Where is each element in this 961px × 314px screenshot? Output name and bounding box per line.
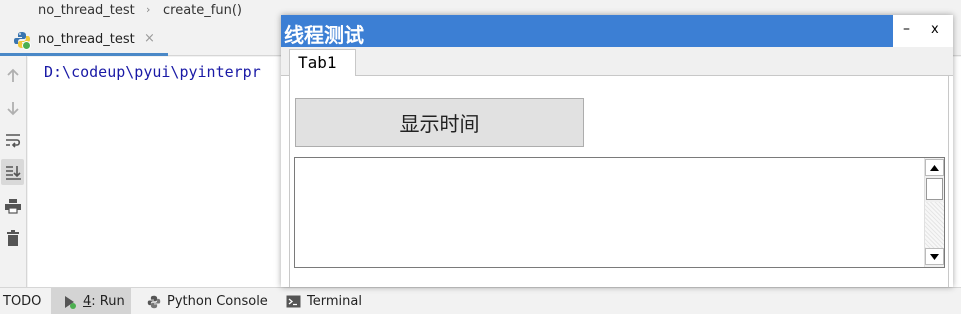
tk-app-window: 线程测试 – x Tab1 显示时间 <box>281 15 953 287</box>
terminal-icon <box>286 295 301 308</box>
breadcrumb-file[interactable]: no_thread_test <box>38 3 135 18</box>
scroll-down-icon[interactable] <box>925 248 944 265</box>
tool-window-bar: TODO 4: Run Python Console Terminal <box>0 287 961 314</box>
todo-label: TODO <box>3 294 42 309</box>
tab-tab1-label: Tab1 <box>298 53 337 72</box>
python-icon <box>13 31 31 50</box>
scrollbar-track[interactable] <box>925 202 944 248</box>
tk-window-title: 线程测试 <box>284 23 364 47</box>
scroll-to-end-icon[interactable] <box>1 159 24 185</box>
run-tab-no-thread-test[interactable]: no_thread_test × <box>0 23 168 56</box>
output-text-area[interactable] <box>294 157 945 268</box>
breadcrumb-function[interactable]: create_fun() <box>163 3 242 18</box>
terminal-label: Terminal <box>307 294 362 309</box>
run-tool-tab[interactable]: 4: Run <box>51 288 131 314</box>
run-tab-label: no_thread_test <box>38 32 135 47</box>
run-play-icon <box>63 295 77 309</box>
python-console-label: Python Console <box>167 294 268 309</box>
console-command-line: D:\codeup\pyui\pyinterpr <box>44 63 261 81</box>
trash-icon[interactable] <box>1 225 24 251</box>
close-window-icon[interactable]: x <box>931 22 939 37</box>
arrow-down-icon[interactable] <box>1 95 24 121</box>
run-status-icon <box>22 41 31 50</box>
run-tool-label: : Run <box>91 294 125 309</box>
breadcrumb-separator: › <box>146 3 151 16</box>
run-toolbar <box>0 56 27 287</box>
python-console-tab[interactable]: Python Console <box>147 288 268 314</box>
python-console-icon <box>147 295 161 309</box>
show-time-button[interactable]: 显示时间 <box>295 98 584 147</box>
arrow-up-icon[interactable] <box>1 63 24 89</box>
terminal-tab[interactable]: Terminal <box>286 288 362 314</box>
minimize-icon[interactable]: – <box>903 21 910 37</box>
soft-wrap-icon[interactable] <box>1 127 24 153</box>
scrollbar-thumb[interactable] <box>926 178 943 200</box>
close-icon[interactable]: × <box>144 31 155 46</box>
tk-window-controls: – x <box>893 15 953 47</box>
tab-tab1[interactable]: Tab1 <box>289 49 356 77</box>
vertical-scrollbar[interactable] <box>924 158 944 267</box>
tk-notebook-tabs: Tab1 <box>281 47 953 77</box>
run-tool-number: 4 <box>83 294 92 309</box>
scroll-up-icon[interactable] <box>925 159 944 176</box>
todo-tab[interactable]: TODO <box>3 288 41 314</box>
tk-title-bar[interactable]: 线程测试 <box>281 15 893 47</box>
print-icon[interactable] <box>1 193 24 219</box>
